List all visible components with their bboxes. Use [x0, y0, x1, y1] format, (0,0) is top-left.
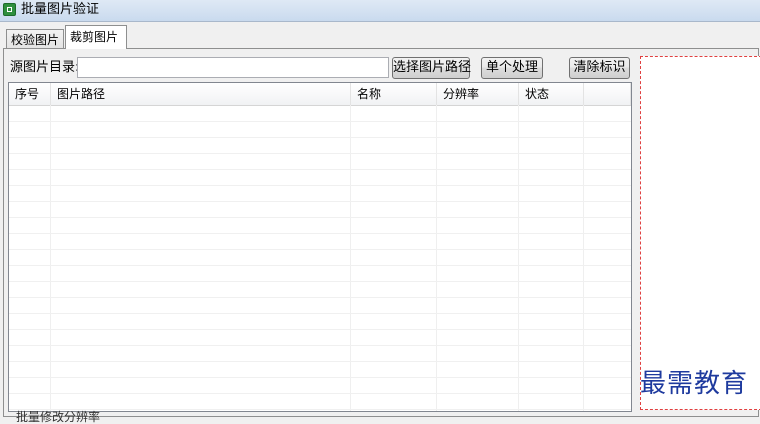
- table-row-line: [9, 377, 631, 378]
- table-row-line: [9, 393, 631, 394]
- column-header-index[interactable]: 序号: [9, 83, 51, 105]
- image-table[interactable]: 序号 图片路径 名称 分辨率 状态: [8, 82, 632, 412]
- column-header-resolution[interactable]: 分辨率: [437, 83, 519, 105]
- table-row-line: [9, 137, 631, 138]
- status-text: 批量修改分辨率: [16, 410, 101, 424]
- column-header-name[interactable]: 名称: [351, 83, 437, 105]
- image-preview-area: [640, 56, 760, 410]
- table-row-line: [9, 249, 631, 250]
- column-header-path[interactable]: 图片路径: [51, 83, 351, 105]
- table-row-line: [9, 361, 631, 362]
- table-row-line: [9, 153, 631, 154]
- column-header-filler: [584, 83, 631, 105]
- table-row-line: [9, 185, 631, 186]
- select-path-button[interactable]: 选择图片路径: [392, 57, 471, 79]
- table-body: [9, 105, 631, 411]
- table-row-line: [9, 201, 631, 202]
- source-dir-input[interactable]: [77, 57, 389, 78]
- app-icon: [3, 3, 16, 16]
- tab-crop-images[interactable]: 裁剪图片: [65, 25, 127, 49]
- table-row-line: [9, 313, 631, 314]
- table-row-line: [9, 329, 631, 330]
- table-row-line: [9, 297, 631, 298]
- table-row-line: [9, 233, 631, 234]
- tab-verify-images[interactable]: 校验图片: [6, 29, 64, 49]
- column-header-status[interactable]: 状态: [519, 83, 584, 105]
- clear-marks-button[interactable]: 清除标识: [569, 57, 630, 79]
- table-row-line: [9, 345, 631, 346]
- table-header: 序号 图片路径 名称 分辨率 状态: [9, 83, 631, 106]
- table-row-line: [9, 169, 631, 170]
- single-process-button[interactable]: 单个处理: [481, 57, 543, 79]
- table-row-line: [9, 409, 631, 410]
- source-dir-label: 源图片目录:: [10, 60, 80, 75]
- table-row-line: [9, 265, 631, 266]
- table-row-line: [9, 121, 631, 122]
- title-bar: 批量图片验证: [0, 0, 760, 22]
- table-row-line: [9, 217, 631, 218]
- window-title: 批量图片验证: [21, 2, 100, 17]
- table-row-line: [9, 281, 631, 282]
- watermark-text: 最需教育: [640, 369, 749, 399]
